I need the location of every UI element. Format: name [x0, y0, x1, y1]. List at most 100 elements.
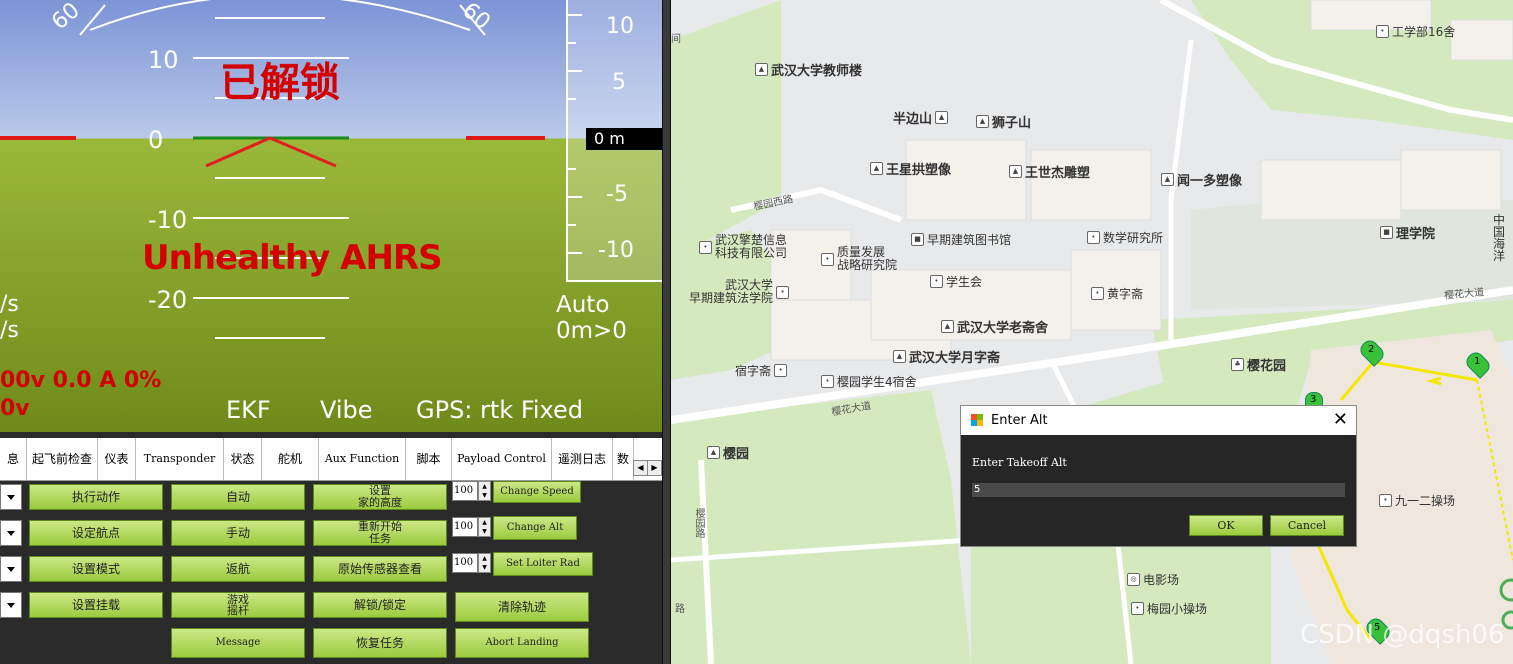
landmark-icon: ▲	[893, 350, 906, 363]
poi-cherry-garden[interactable]: ♣ 樱花园	[1231, 355, 1286, 374]
takeoff-alt-input[interactable]: 5	[972, 483, 1345, 497]
actions-content: 执行动作 设定航点 设置模式 设置挂载 自动 手动 返航 游戏 摇杆 Messa…	[0, 481, 660, 664]
speed-spinner-icon[interactable]: ▲ ▼	[478, 481, 491, 501]
tab-gauges[interactable]: 仪表	[98, 438, 136, 480]
set-loiter-rad-button[interactable]: Set Loiter Rad	[493, 552, 593, 576]
tab-aux-function[interactable]: Aux Function	[319, 438, 406, 480]
library-icon: ■	[911, 233, 924, 246]
poi-yingyuan-dorm-4[interactable]: • 樱园学生4宿舍	[821, 373, 917, 390]
auto-button[interactable]: 自动	[171, 484, 305, 510]
poi-yue-zizhai[interactable]: ▲ 武汉大学月字斋	[893, 347, 1000, 366]
tab-scroll-left-icon[interactable]: ◀	[633, 460, 648, 476]
waypoint-info: 0m>0	[556, 318, 627, 344]
poi-quality-institute[interactable]: • 质量发展 战略研究院	[821, 246, 897, 272]
action-dropdown[interactable]	[0, 484, 22, 510]
poi-early-law-school[interactable]: 武汉大学 早期建筑法学院 •	[689, 279, 790, 305]
poi-math-institute[interactable]: • 数学研究所	[1087, 229, 1163, 246]
location-icon: •	[776, 285, 790, 299]
poi-old-dorm[interactable]: ▲ 武汉大学老斋舍	[941, 317, 1048, 336]
resume-mission-button[interactable]: 恢复任务	[313, 628, 447, 658]
tab-preflight[interactable]: 起飞前检查	[27, 438, 98, 480]
poi-early-library[interactable]: ■ 早期建筑图书馆	[911, 231, 1011, 248]
speed-input[interactable]: 100	[452, 481, 478, 501]
poi-wuhan-qingchu[interactable]: • 武汉擎楚信息 科技有限公司	[699, 234, 787, 260]
poi-wen-yiduo-statue[interactable]: ▲ 闻一多塑像	[1161, 170, 1242, 189]
alt-scale-5: 5	[612, 70, 626, 95]
message-button[interactable]: Message	[171, 628, 305, 658]
poi-lion-hill[interactable]: ▲ 狮子山	[976, 112, 1031, 131]
tab-payload-control[interactable]: Payload Control	[452, 438, 552, 480]
tab-transponder[interactable]: Transponder	[136, 438, 224, 480]
set-mode-button[interactable]: 设置模式	[29, 556, 163, 582]
loiter-rad-input[interactable]: 100	[452, 553, 478, 573]
alt-spinner-icon[interactable]: ▲ ▼	[478, 517, 491, 537]
tab-servo[interactable]: 舵机	[262, 438, 319, 480]
waypoint-3-label: 3	[1310, 394, 1317, 405]
waypoint-dropdown[interactable]	[0, 520, 22, 546]
waypoint-2-label: 2	[1368, 344, 1375, 355]
set-mount-button[interactable]: 设置挂载	[29, 592, 163, 618]
rtl-button[interactable]: 返航	[171, 556, 305, 582]
close-icon[interactable]: ✕	[1333, 409, 1348, 430]
arm-disarm-button[interactable]: 解锁/锁定	[313, 592, 447, 618]
splitter[interactable]	[662, 0, 671, 664]
poi-912-field[interactable]: • 九一二操场	[1379, 492, 1455, 509]
set-home-alt-button[interactable]: 设置 家的高度	[313, 484, 447, 510]
restart-mission-button[interactable]: 重新开始 任务	[313, 520, 447, 546]
alt-scale-minus10: -10	[598, 238, 634, 263]
building-icon: ▲	[755, 63, 768, 76]
joystick-button[interactable]: 游戏 摇杆	[171, 592, 305, 618]
location-icon: •	[1091, 287, 1104, 300]
clear-track-button[interactable]: 清除轨迹	[455, 592, 589, 622]
alt-input[interactable]: 100	[452, 517, 478, 537]
manual-button[interactable]: 手动	[171, 520, 305, 546]
change-speed-button[interactable]: Change Speed	[493, 481, 581, 503]
change-alt-button[interactable]: Change Alt	[493, 516, 577, 540]
ok-button[interactable]: OK	[1189, 515, 1263, 536]
watermark: CSDN @dqsh06	[1300, 620, 1505, 650]
ekf-indicator[interactable]: EKF	[226, 396, 271, 424]
hud-panel: 10 0 -10 -20 60 60 已解锁 Unhealthy AHRS 10…	[0, 0, 662, 432]
poi-wang-xinggong-statue[interactable]: ▲ 王星拱塑像	[870, 159, 951, 178]
dialog-titlebar[interactable]: Enter Alt ✕	[961, 406, 1356, 435]
armed-status: 已解锁	[220, 60, 340, 106]
raw-sensor-view-button[interactable]: 原始传感器查看	[313, 556, 447, 582]
poi-engineering-16[interactable]: • 工学部16舍	[1376, 23, 1455, 40]
tab-data[interactable]: 数	[613, 438, 634, 480]
flight-mode: Auto	[556, 292, 610, 318]
poi-huang-zizhai[interactable]: • 黄字斋	[1091, 285, 1143, 302]
poi-science-college[interactable]: ■ 理学院	[1380, 223, 1435, 242]
poi-su-zizhai[interactable]: 宿字斋 •	[735, 362, 788, 379]
tab-messages[interactable]: 息	[0, 438, 27, 480]
location-icon: •	[821, 252, 834, 266]
tab-scroll-right-icon[interactable]: ▶	[647, 460, 662, 476]
tab-scripts[interactable]: 脚本	[406, 438, 452, 480]
poi-ocean[interactable]: 中国 海洋	[1493, 214, 1513, 262]
poi-teachers-building[interactable]: ▲ 武汉大学教师楼	[755, 60, 862, 79]
pitch-label-0: 0	[148, 126, 164, 154]
waypoint-1-label: 1	[1474, 356, 1481, 367]
set-waypoint-button[interactable]: 设定航点	[29, 520, 163, 546]
tab-telemetry-logs[interactable]: 遥测日志	[552, 438, 613, 480]
mode-dropdown[interactable]	[0, 556, 22, 582]
gps-status: GPS: rtk Fixed	[416, 396, 584, 424]
road-label-yingyuan-road: 樱园路	[693, 508, 704, 538]
tab-status[interactable]: 状态	[224, 438, 262, 480]
cancel-button[interactable]: Cancel	[1270, 515, 1344, 536]
poi-wang-shijie-sculpture[interactable]: ▲ 王世杰雕塑	[1009, 162, 1090, 181]
poi-meiyuan-field[interactable]: • 梅园小操场	[1131, 600, 1207, 617]
poi-cinema[interactable]: ◎ 电影场	[1127, 571, 1179, 588]
mount-dropdown[interactable]	[0, 592, 22, 618]
enter-alt-dialog: Enter Alt ✕ Enter Takeoff Alt 5 OK Cance…	[960, 405, 1357, 547]
map-graphics	[671, 0, 1513, 664]
loiter-spinner-icon[interactable]: ▲ ▼	[478, 553, 491, 573]
do-action-button[interactable]: 执行动作	[29, 484, 163, 510]
poi-yingyuan[interactable]: ▲ 樱园	[707, 443, 749, 462]
abort-landing-button[interactable]: Abort Landing	[455, 628, 589, 658]
location-icon: •	[1376, 25, 1389, 38]
map-view[interactable]: 1 2 3 5 间 ▲ 武汉大学教师楼 半边山 ▲ ▲ 狮子山 ▲ 王星拱塑像 ▲ 王世杰…	[671, 0, 1513, 664]
vibe-indicator[interactable]: Vibe	[320, 396, 373, 424]
school-icon: ■	[1380, 226, 1393, 239]
poi-student-union[interactable]: • 学生会	[930, 273, 982, 290]
poi-banbian-hill[interactable]: 半边山 ▲	[893, 108, 949, 127]
